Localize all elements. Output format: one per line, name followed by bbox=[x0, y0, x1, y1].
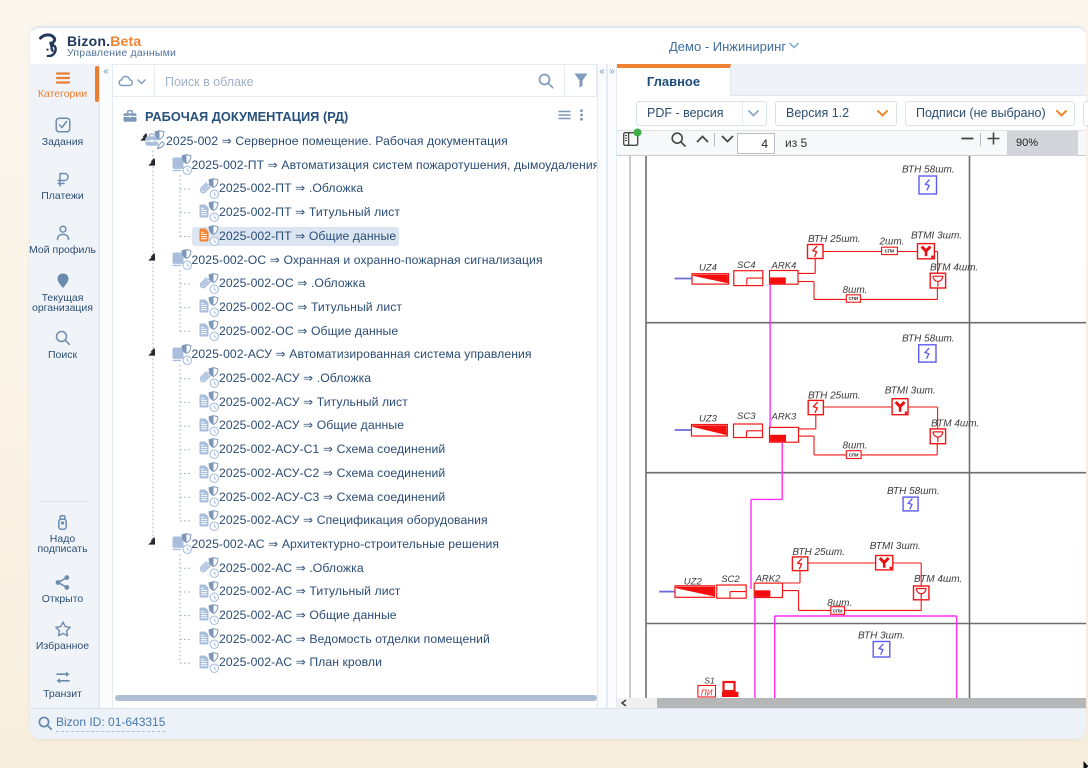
svg-text:ВТН 58шт.: ВТН 58шт. bbox=[902, 165, 955, 176]
svg-text:2шт.: 2шт. bbox=[879, 237, 905, 248]
svg-text:СПИ: СПИ bbox=[833, 608, 843, 613]
svg-text:SC2: SC2 bbox=[721, 574, 740, 585]
svg-text:ВТМ 4шт.: ВТМ 4шт. bbox=[930, 263, 978, 274]
svg-text:ВТМI 3шт.: ВТМI 3шт. bbox=[911, 231, 962, 242]
svg-text:ARK3: ARK3 bbox=[771, 412, 798, 423]
svg-text:СПИ: СПИ bbox=[849, 453, 859, 458]
svg-text:UZ3: UZ3 bbox=[699, 414, 718, 425]
svg-text:СПИ: СПИ bbox=[885, 249, 895, 254]
svg-text:8шт.: 8шт. bbox=[843, 441, 868, 452]
svg-text:ВТМ 4шт.: ВТМ 4шт. bbox=[931, 419, 979, 430]
svg-text:ВТН 58шт.: ВТН 58шт. bbox=[902, 334, 955, 345]
svg-text:ВТН 58шт.: ВТН 58шт. bbox=[887, 486, 940, 497]
svg-text:ВТМI 3шт.: ВТМI 3шт. bbox=[885, 386, 936, 397]
svg-text:ARK4: ARK4 bbox=[771, 261, 797, 272]
svg-text:UZ4: UZ4 bbox=[699, 263, 717, 274]
svg-text:ВТН 3шт.: ВТН 3шт. bbox=[858, 631, 905, 642]
svg-text:S1: S1 bbox=[704, 676, 715, 686]
svg-text:ВТН 25шт.: ВТН 25шт. bbox=[808, 234, 861, 245]
svg-text:ВТМI 3шт.: ВТМI 3шт. bbox=[870, 541, 921, 552]
svg-text:SC3: SC3 bbox=[737, 411, 756, 422]
svg-text:ВТМ 4шт.: ВТМ 4шт. bbox=[914, 574, 962, 585]
svg-text:ПИ: ПИ bbox=[701, 689, 713, 698]
svg-text:СПИ: СПИ bbox=[848, 296, 858, 301]
svg-text:SC4: SC4 bbox=[737, 260, 755, 271]
